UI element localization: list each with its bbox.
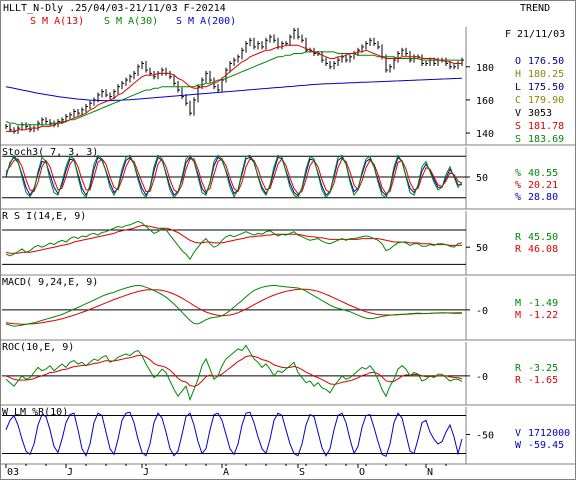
readout-value: 28.80 (528, 192, 558, 203)
readout-label: H (515, 69, 521, 80)
x-tick-label: 03 (7, 467, 19, 478)
readout-value: 1712000 (528, 428, 570, 439)
y-tick-label: -0 (476, 306, 488, 317)
readout-value: -1.65 (528, 375, 558, 386)
y-tick-label: -0 (476, 372, 488, 383)
sma200-legend: S M A(200) (176, 16, 236, 27)
x-tick-label: S (299, 467, 305, 478)
readout-label: L (515, 82, 521, 93)
x-tick-label: J (67, 467, 73, 478)
readout-value: 180.25 (528, 69, 564, 80)
x-tick-label: J (143, 467, 149, 478)
readout-value: -1.22 (528, 310, 558, 321)
readout-label: V (515, 108, 521, 119)
readout-label: M (515, 298, 521, 309)
x-tick-label: O (359, 467, 365, 478)
readout-label: R (515, 232, 522, 243)
indicator-label: R S I(14,E, 9) (2, 211, 86, 222)
readout-value: 46.08 (528, 244, 558, 255)
indicator-label: MACD( 9,24,E, 9) (2, 277, 98, 288)
y-tick-label: 140 (476, 129, 494, 140)
trend-label: TREND (520, 3, 550, 14)
readout-value: 45.50 (528, 232, 558, 243)
readout-value: 20.21 (528, 180, 558, 191)
y-tick-label: -50 (476, 431, 494, 442)
readout-label: % (515, 168, 521, 179)
readout-value: -59.45 (528, 440, 564, 451)
readout-value: 181.78 (528, 121, 564, 132)
readout-label: R (515, 375, 522, 386)
readout-label: R (515, 244, 522, 255)
date-readout: F 21/11/03 (505, 29, 565, 40)
readout-label: M (515, 310, 521, 321)
sma13-legend: S M A(13) (30, 16, 84, 27)
readout-label: W (515, 440, 522, 451)
readout-value: -1.49 (528, 298, 558, 309)
readout-label: O (515, 56, 521, 67)
indicator-label: ROC(10,E, 9) (2, 342, 74, 353)
readout-label: R (515, 363, 522, 374)
indicator-label: W LM %R(10) (2, 407, 68, 418)
stock-chart: HLLT_N-Dly .25/04/03-21/11/03 F-20214 TR… (0, 0, 576, 480)
readout-value: 179.90 (528, 95, 564, 106)
readout-label: S (515, 134, 521, 145)
readout-label: % (515, 192, 521, 203)
readout-value: -3.25 (528, 363, 558, 374)
chart-stage: HLLT_N-Dly .25/04/03-21/11/03 F-20214 TR… (0, 0, 576, 480)
sma30-legend: S M A(30) (104, 16, 158, 27)
readout-value: 176.50 (528, 56, 564, 67)
readout-label: % (515, 180, 521, 191)
readout-value: 183.69 (528, 134, 564, 145)
indicator-label: Stoch3( 7, 3, 3) (2, 147, 98, 158)
y-tick-label: 50 (476, 243, 488, 254)
readout-label: V (515, 428, 521, 439)
readout-label: S (515, 121, 521, 132)
y-tick-label: 50 (476, 173, 488, 184)
chart-title: HLLT_N-Dly .25/04/03-21/11/03 F-20214 (3, 3, 226, 14)
readout-value: 175.50 (528, 82, 564, 93)
x-tick-label: N (427, 467, 433, 478)
readout-value: 3053 (528, 108, 552, 119)
y-tick-label: 160 (476, 96, 494, 107)
readout-label: C (515, 95, 521, 106)
x-tick-label: A (223, 467, 229, 478)
y-tick-label: 180 (476, 63, 494, 74)
readout-value: 40.55 (528, 168, 558, 179)
